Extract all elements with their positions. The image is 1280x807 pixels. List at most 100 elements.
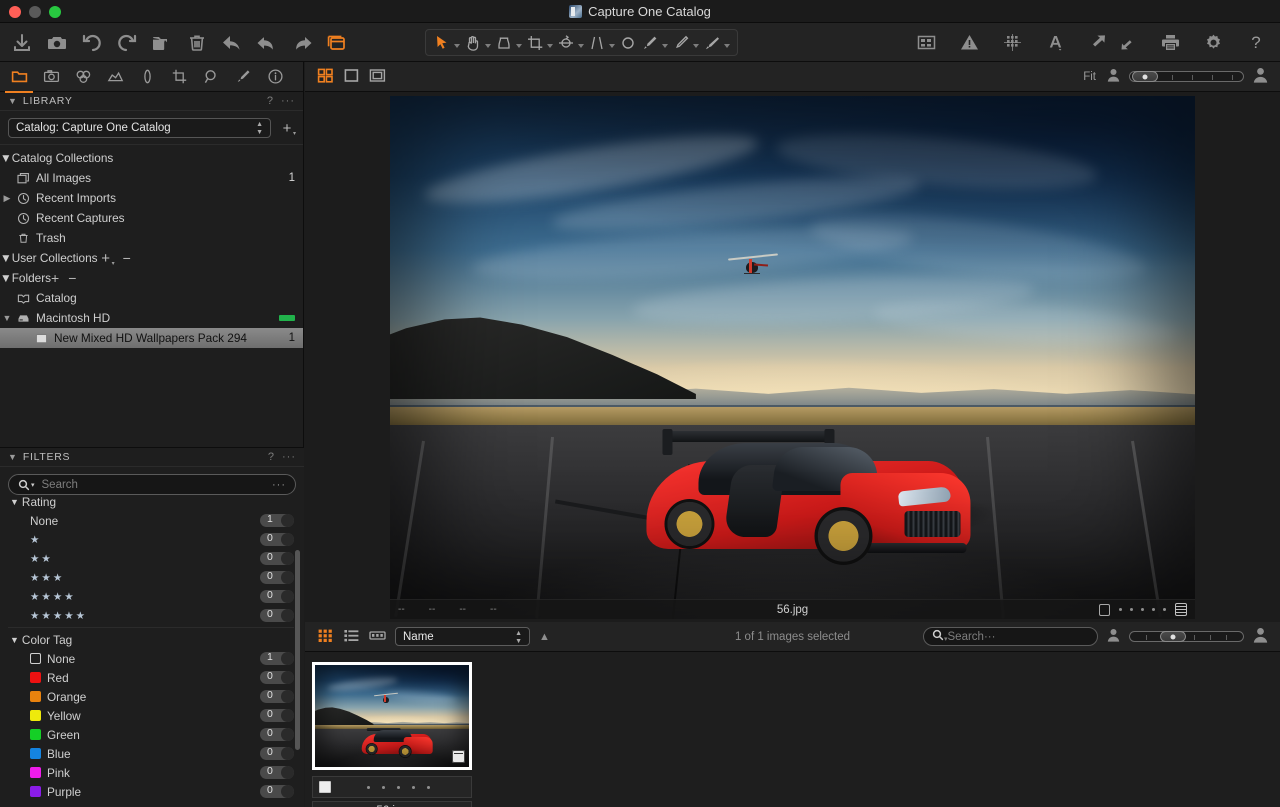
draw-mask-tool[interactable] — [639, 34, 670, 52]
sidebar-item-composition[interactable] — [168, 66, 190, 88]
single-view-icon[interactable] — [343, 67, 360, 87]
add-folder-button[interactable]: + — [51, 270, 59, 286]
filter-row-color-orange[interactable]: Orange 0 — [0, 687, 304, 706]
list-view-icon[interactable] — [343, 627, 360, 647]
add-user-collection-button[interactable]: + ▾ — [98, 250, 114, 267]
import-arrow-icon[interactable] — [1115, 31, 1139, 55]
pan-tool-menu-icon[interactable] — [485, 43, 491, 48]
preferences-gear-icon[interactable] — [1201, 31, 1225, 55]
zoom-slider-knob[interactable] — [1132, 71, 1158, 82]
move-to-folder-icon[interactable] — [150, 31, 174, 55]
keystone-tool-menu-icon[interactable] — [609, 43, 615, 48]
sidebar-item-color[interactable] — [72, 66, 94, 88]
sidebar-item-lens[interactable] — [136, 66, 158, 88]
group-catalog-collections[interactable]: ▼ Catalog Collections — [0, 148, 303, 168]
remove-folder-button[interactable]: − — [68, 270, 76, 286]
filters-search-options-icon[interactable]: ··· — [272, 479, 286, 491]
filters-help-icon[interactable]: ? — [268, 451, 274, 463]
library-menu-icon[interactable]: ··· — [281, 95, 295, 107]
catalog-select[interactable]: Catalog: Capture One Catalog ▲ ▼ — [8, 118, 271, 138]
filter-row-color-yellow[interactable]: Yellow 0 — [0, 706, 304, 725]
thumbnail-image[interactable] — [312, 662, 472, 770]
remove-user-collection-button[interactable]: − — [123, 250, 131, 266]
copy-apply-adjustments-icon[interactable] — [325, 31, 349, 55]
filter-row-color-red[interactable]: Red 0 — [0, 668, 304, 687]
tree-item-all-images[interactable]: All Images 1 — [0, 168, 303, 188]
sidebar-item-details[interactable] — [200, 66, 222, 88]
zoom-in-person-icon[interactable] — [1253, 67, 1268, 86]
catalog-collections-chevron-icon[interactable]: ▼ — [0, 151, 12, 165]
filters-collapse-chevron-icon[interactable]: ▼ — [8, 452, 17, 462]
gradient-mask-tool[interactable] — [701, 34, 732, 52]
library-collapse-chevron-icon[interactable]: ▼ — [8, 96, 17, 106]
thumbnail-menu-icon[interactable] — [452, 750, 465, 763]
thumb-size-slider-knob[interactable] — [1160, 631, 1186, 642]
sort-select[interactable]: Name ▲ ▼ — [395, 627, 530, 646]
filter-row-rating-2[interactable]: ★★ 0 — [0, 549, 304, 568]
viewer-photo[interactable]: -- -- -- -- 56.jpg — [390, 96, 1195, 619]
photo-select-checkbox[interactable] — [1099, 603, 1110, 616]
gradient-mask-menu-icon[interactable] — [724, 43, 730, 48]
photo-metadata-list-icon[interactable] — [1175, 603, 1187, 616]
sidebar-item-exposure[interactable] — [104, 66, 126, 88]
filter-row-color-none[interactable]: None 1 — [0, 649, 304, 668]
tree-item-macintosh-hd[interactable]: ▼ Macintosh HD — [0, 308, 303, 328]
sort-select-stepper-icon[interactable]: ▲ ▼ — [515, 630, 522, 645]
library-help-icon[interactable]: ? — [267, 95, 273, 107]
filter-row-color-blue[interactable]: Blue 0 — [0, 744, 304, 763]
filter-group-color-tag[interactable]: ▼ Color Tag — [0, 630, 304, 649]
tree-item-trash[interactable]: Trash — [0, 228, 303, 248]
tree-item-recent-captures[interactable]: Recent Captures — [0, 208, 303, 228]
tree-item-recent-imports[interactable]: ▶ Recent Imports — [0, 188, 303, 208]
redo-icon[interactable] — [290, 31, 314, 55]
filter-row-color-green[interactable]: Green 0 — [0, 725, 304, 744]
filter-row-color-pink[interactable]: Pink 0 — [0, 763, 304, 782]
thumbnail-rating-bar[interactable] — [312, 776, 472, 798]
erase-mask-tool[interactable] — [670, 34, 701, 52]
annotations-icon[interactable] — [1043, 31, 1067, 55]
thumb-size-slider[interactable] — [1129, 631, 1244, 642]
tree-item-catalog[interactable]: Catalog — [0, 288, 303, 308]
help-icon[interactable]: ? — [1244, 31, 1268, 55]
filters-menu-icon[interactable]: ··· — [282, 451, 296, 463]
exposure-warning-icon[interactable] — [957, 31, 981, 55]
user-collections-chevron-icon[interactable]: ▼ — [0, 251, 12, 265]
macintosh-hd-chevron-icon[interactable]: ▼ — [0, 313, 14, 323]
export-arrow-icon[interactable] — [1086, 31, 1110, 55]
thumb-size-large-icon[interactable] — [1253, 627, 1268, 646]
proof-view-icon[interactable] — [369, 67, 386, 87]
tree-item-wallpapers-folder[interactable]: New Mixed HD Wallpapers Pack 294 1 — [0, 328, 303, 348]
browser-search-input[interactable]: ▾ Search ··· — [923, 627, 1098, 646]
print-icon[interactable] — [1158, 31, 1182, 55]
filter-group-rating[interactable]: ▼ Rating — [0, 492, 304, 511]
delete-icon[interactable] — [185, 31, 209, 55]
spot-removal-tool[interactable] — [617, 34, 639, 52]
reset-icon[interactable] — [220, 31, 244, 55]
filter-row-rating-4[interactable]: ★★★★ 0 — [0, 587, 304, 606]
sidebar-item-metadata[interactable] — [264, 66, 286, 88]
crop-tool[interactable] — [524, 34, 555, 52]
rotate-left-icon[interactable] — [80, 31, 104, 55]
keystone-tool[interactable] — [586, 34, 617, 52]
recent-imports-chevron-icon[interactable]: ▶ — [0, 193, 14, 204]
filter-row-rating-5[interactable]: ★★★★★ 0 — [0, 606, 304, 625]
thumbnail-cell[interactable]: 56.jpg — [312, 662, 472, 807]
rotate-tool-menu-icon[interactable] — [578, 43, 584, 48]
rotate-right-icon[interactable] — [115, 31, 139, 55]
viewer-layout-icon[interactable] — [914, 31, 938, 55]
sidebar-item-capture[interactable] — [40, 66, 62, 88]
crop-tool-menu-icon[interactable] — [547, 43, 553, 48]
library-section-header[interactable]: ▼ LIBRARY ? ··· — [0, 92, 303, 111]
select-tool[interactable] — [431, 34, 462, 52]
filters-scrollbar[interactable] — [295, 550, 300, 750]
zoom-slider[interactable] — [1129, 71, 1244, 82]
color-picker-menu-icon[interactable] — [516, 43, 522, 48]
browser-search-options-icon[interactable]: ··· — [984, 631, 996, 643]
filter-row-rating-1[interactable]: ★ 0 — [0, 530, 304, 549]
group-user-collections[interactable]: ▼ User Collections + ▾ − — [0, 248, 303, 268]
sort-direction-icon[interactable]: ▲ — [539, 631, 550, 643]
capture-icon[interactable] — [45, 31, 69, 55]
erase-mask-menu-icon[interactable] — [693, 43, 699, 48]
add-collection-button[interactable]: + ▾ — [279, 120, 296, 137]
search-icon[interactable]: ▾ — [932, 629, 948, 644]
